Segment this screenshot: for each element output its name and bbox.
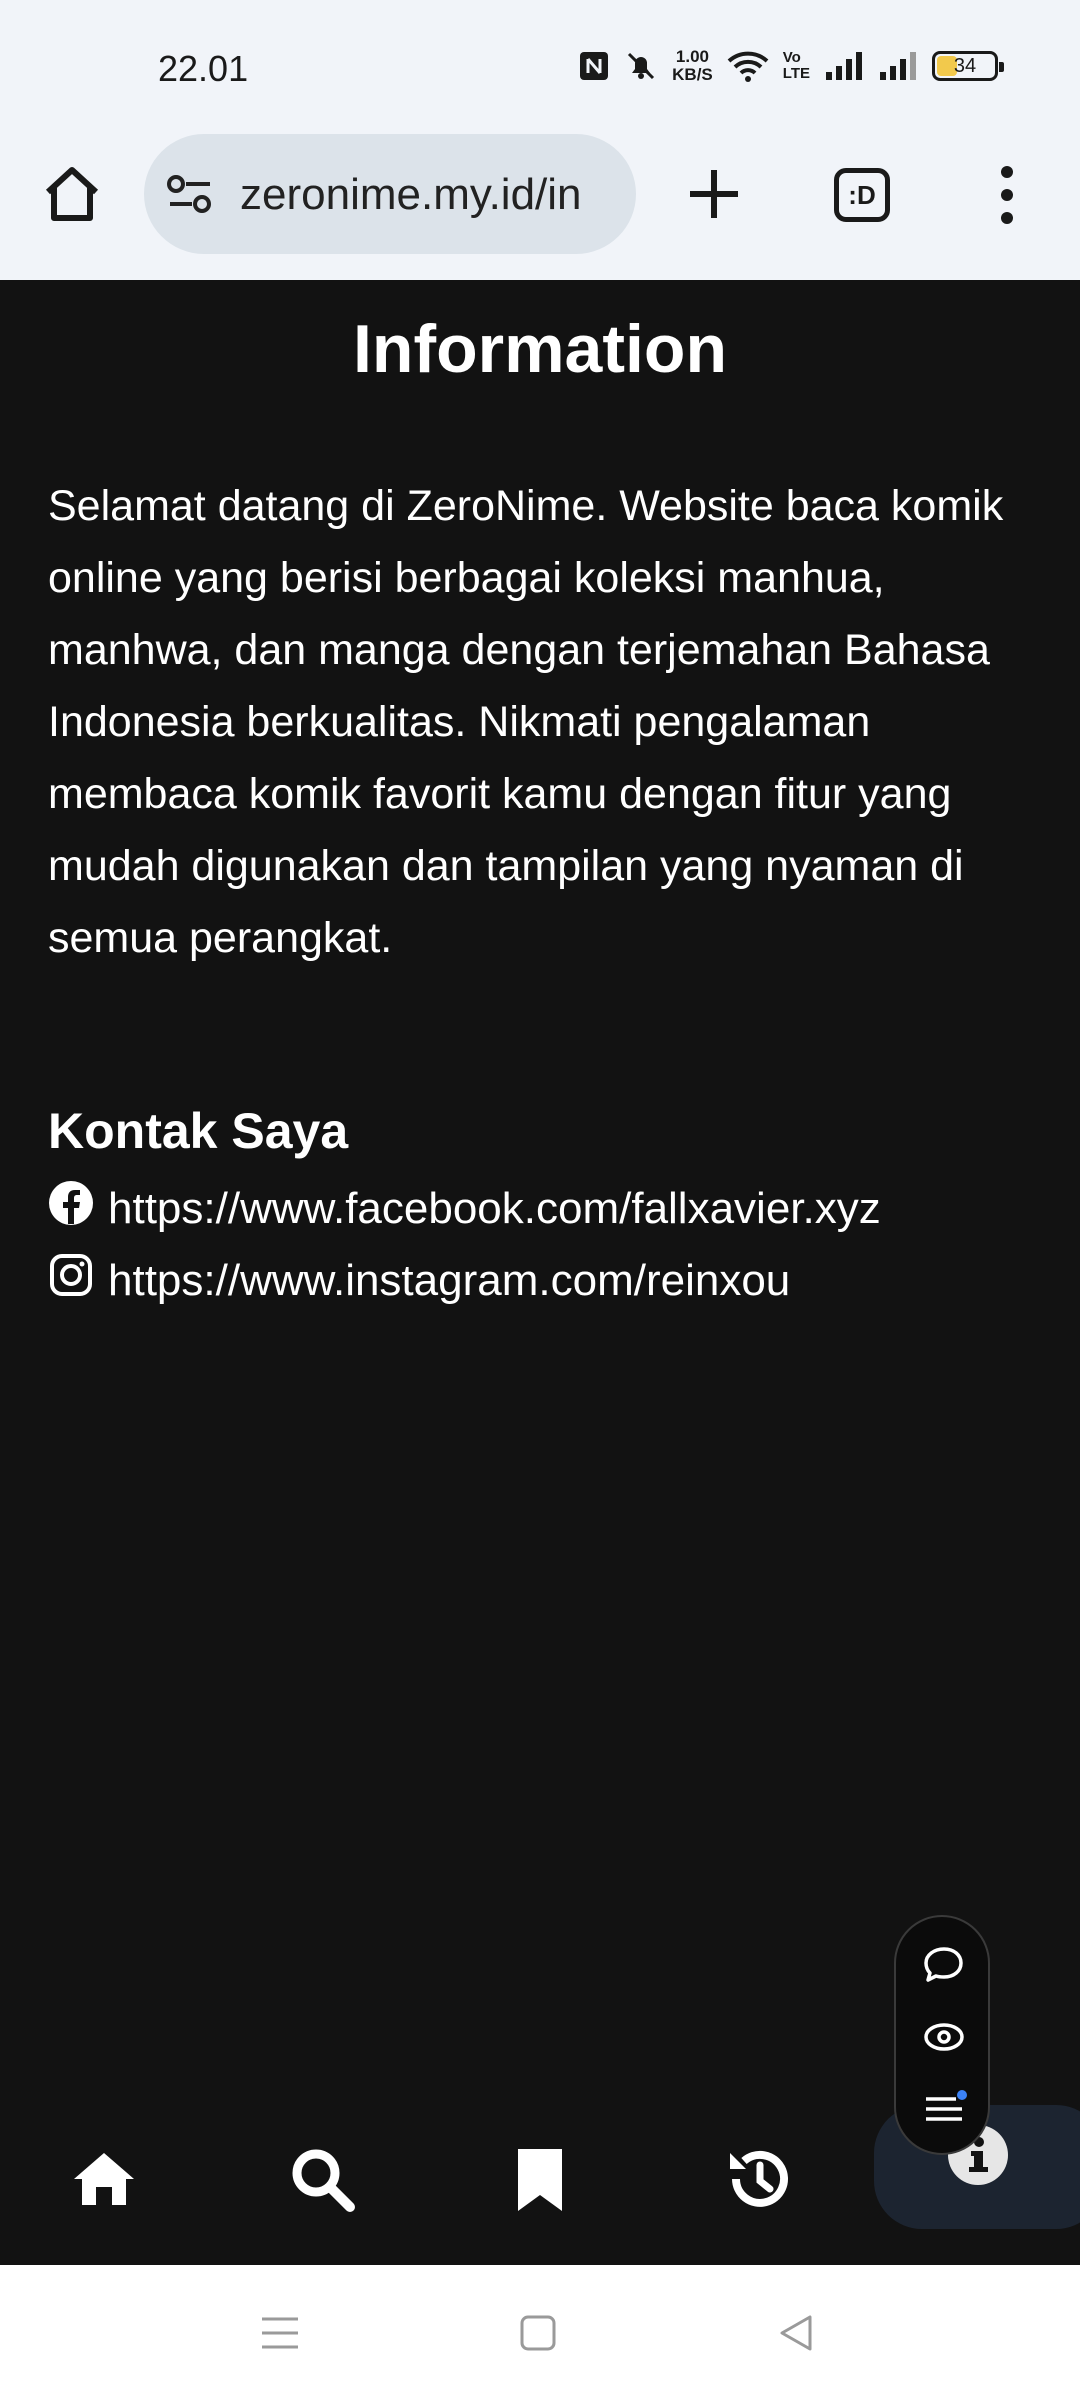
facebook-icon [48, 1180, 94, 1237]
home-square-icon[interactable] [516, 2311, 560, 2355]
home-icon[interactable] [68, 2143, 140, 2215]
url-text[interactable]: zeronime.my.id/in [240, 170, 582, 220]
home-icon[interactable] [40, 162, 104, 226]
floating-menu [894, 1915, 990, 2155]
search-icon[interactable] [286, 2143, 358, 2215]
list-icon[interactable] [920, 2085, 968, 2133]
signal-icon [824, 50, 864, 82]
status-icons: 1.00 KB/S Vo LTE 34 [578, 47, 1004, 84]
battery-level: 34 [953, 55, 977, 77]
signal-icon [878, 50, 918, 82]
back-triangle-icon[interactable] [774, 2311, 818, 2355]
chat-bubble-icon[interactable] [920, 1941, 968, 1989]
add-tab-icon[interactable] [682, 162, 746, 226]
status-time: 22.01 [158, 48, 249, 89]
system-nav-bar [0, 2265, 1080, 2400]
instagram-link[interactable]: https://www.instagram.com/reinxou [108, 1256, 790, 1306]
more-menu-icon[interactable] [990, 160, 1024, 230]
facebook-link[interactable]: https://www.facebook.com/fallxavier.xyz [108, 1184, 881, 1234]
bell-off-icon [624, 49, 658, 83]
intro-paragraph: Selamat datang di ZeroNime. Website baca… [48, 482, 1004, 962]
site-settings-icon[interactable] [166, 174, 214, 219]
contact-instagram[interactable]: https://www.instagram.com/reinxou [48, 1252, 790, 1309]
contact-heading: Kontak Saya [48, 1103, 349, 1159]
volte-indicator: Vo LTE [782, 49, 810, 82]
contact-facebook[interactable]: https://www.facebook.com/fallxavier.xyz [48, 1180, 881, 1237]
bookmark-icon[interactable] [504, 2143, 576, 2215]
eye-icon[interactable] [920, 2013, 968, 2061]
net-speed: 1.00 KB/S [672, 47, 713, 84]
history-icon[interactable] [722, 2143, 794, 2215]
instagram-icon [48, 1252, 94, 1309]
wifi-icon [727, 49, 769, 83]
page-title: Information [353, 311, 727, 387]
recents-icon[interactable] [258, 2311, 302, 2355]
nfc-icon [578, 50, 610, 82]
url-bar[interactable]: zeronime.my.id/in [144, 134, 636, 254]
browser-toolbar: zeronime.my.id/in :D [0, 130, 1080, 280]
status-bar: 22.01 1.00 KB/S Vo LTE 34 [0, 0, 1080, 130]
battery-icon: 34 [932, 51, 1004, 81]
tab-switcher-icon[interactable]: :D [834, 168, 890, 222]
